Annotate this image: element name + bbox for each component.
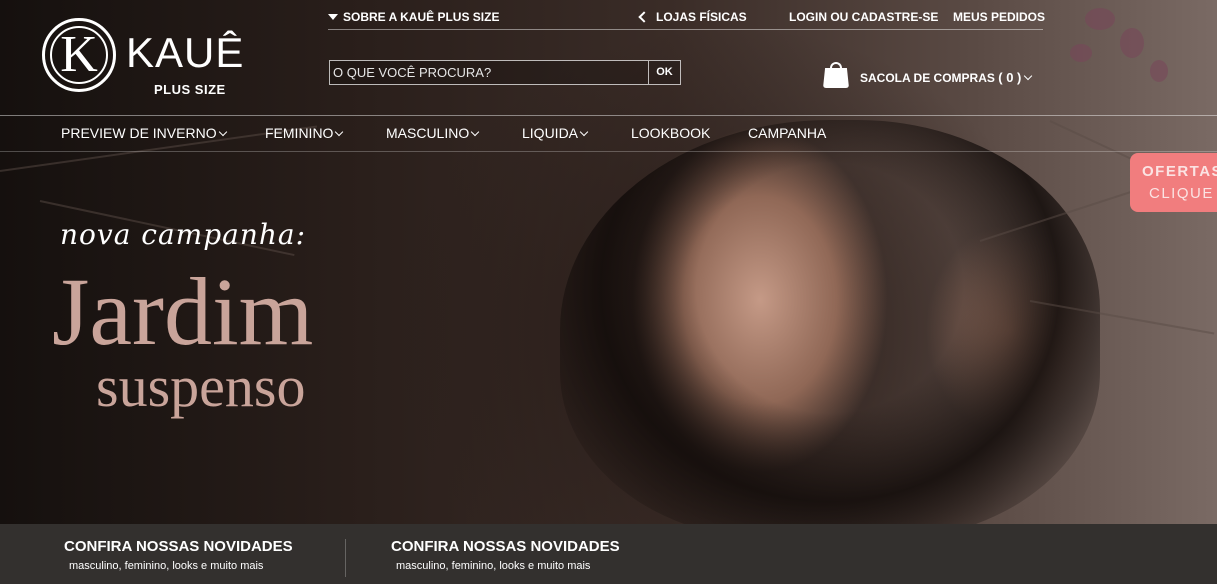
shopping-bag-icon: [823, 68, 849, 88]
logo-subtitle: PLUS SIZE: [154, 82, 226, 97]
cart-label-text: SACOLA DE COMPRAS: [860, 71, 995, 85]
orders-link[interactable]: MEUS PEDIDOS: [953, 10, 1045, 24]
nav-divider-top: [0, 115, 1217, 116]
chevron-down-icon: [1024, 71, 1033, 81]
promo-subtitle: masculino, feminino, looks e muito mais: [396, 560, 591, 572]
nav-item-label: PREVIEW DE INVERNO: [61, 125, 217, 141]
orders-link-label: MEUS PEDIDOS: [953, 10, 1046, 24]
search-box: OK: [329, 60, 681, 85]
nav-divider-bottom: [0, 151, 1217, 152]
top-utility-bar: SOBRE A KAUÊ PLUS SIZE LOJAS FÍSICAS LOG…: [328, 0, 1045, 30]
campaign-subtitle: suspenso: [96, 354, 306, 419]
search-input[interactable]: [330, 61, 648, 84]
promo-subtitle: masculino, feminino, looks e muito mais: [69, 560, 264, 572]
nav-item-feminino[interactable]: FEMININO: [265, 125, 344, 141]
nav-item-label: FEMININO: [265, 125, 334, 141]
offers-tab-button[interactable]: OFERTAS CLIQUE: [1130, 153, 1217, 212]
nav-item-liquida[interactable]: LIQUIDA: [522, 125, 589, 141]
nav-item-label: CAMPANHA: [748, 125, 827, 141]
blossom-decoration: [1150, 60, 1168, 82]
promo-item[interactable]: CONFIRA NOSSAS NOVIDADES masculino, femi…: [391, 538, 620, 572]
login-link-label: LOGIN OU CADASTRE-SE: [789, 10, 939, 24]
cart-label: SACOLA DE COMPRAS ( 0 ): [860, 70, 1033, 85]
nav-item-preview-inverno[interactable]: PREVIEW DE INVERNO: [61, 125, 227, 141]
blossom-decoration: [1120, 28, 1144, 58]
promo-title: CONFIRA NOSSAS NOVIDADES: [64, 538, 293, 555]
promo-strip: CONFIRA NOSSAS NOVIDADES masculino, femi…: [0, 524, 1217, 584]
logo-wordmark: KAUÊ: [126, 29, 245, 76]
nav-item-label: MASCULINO: [386, 125, 470, 141]
nav-item-masculino[interactable]: MASCULINO: [386, 125, 480, 141]
promo-title: CONFIRA NOSSAS NOVIDADES: [391, 538, 620, 555]
chevron-down-icon: [470, 127, 480, 137]
login-link[interactable]: LOGIN OU CADASTRE-SE: [789, 10, 938, 24]
about-link[interactable]: SOBRE A KAUÊ PLUS SIZE: [328, 10, 499, 24]
blossom-decoration: [1070, 44, 1092, 62]
chevron-down-icon: [218, 127, 227, 137]
offers-tab-cta: CLIQUE: [1149, 185, 1214, 202]
chevron-down-icon: [579, 127, 589, 137]
nav-item-label: LIQUIDA: [522, 125, 579, 141]
blossom-decoration: [1085, 8, 1115, 30]
nav-item-label: LOOKBOOK: [631, 125, 711, 141]
promo-item[interactable]: CONFIRA NOSSAS NOVIDADES masculino, femi…: [64, 538, 293, 572]
hero-model-hair: [560, 120, 1100, 540]
nav-item-lookbook[interactable]: LOOKBOOK: [631, 125, 710, 141]
nav-item-campanha[interactable]: CAMPANHA: [748, 125, 826, 141]
stores-link-label: LOJAS FÍSICAS: [656, 10, 747, 24]
brand-logo[interactable]: K KAUÊ PLUS SIZE: [42, 18, 257, 98]
caret-down-icon: [328, 14, 338, 20]
stores-link[interactable]: LOJAS FÍSICAS: [638, 10, 747, 24]
chevron-left-icon: [638, 11, 650, 23]
campaign-title: Jardim: [52, 258, 314, 365]
campaign-kicker: nova campanha:: [60, 218, 307, 251]
chevron-down-icon: [335, 127, 344, 137]
cart-count: ( 0 ): [998, 70, 1022, 85]
offers-tab-title: OFERTAS: [1142, 163, 1217, 180]
promo-divider: [345, 539, 346, 577]
logo-monogram: K: [60, 26, 98, 83]
search-submit-button[interactable]: OK: [648, 61, 680, 84]
about-link-label: SOBRE A KAUÊ PLUS SIZE: [343, 10, 500, 24]
